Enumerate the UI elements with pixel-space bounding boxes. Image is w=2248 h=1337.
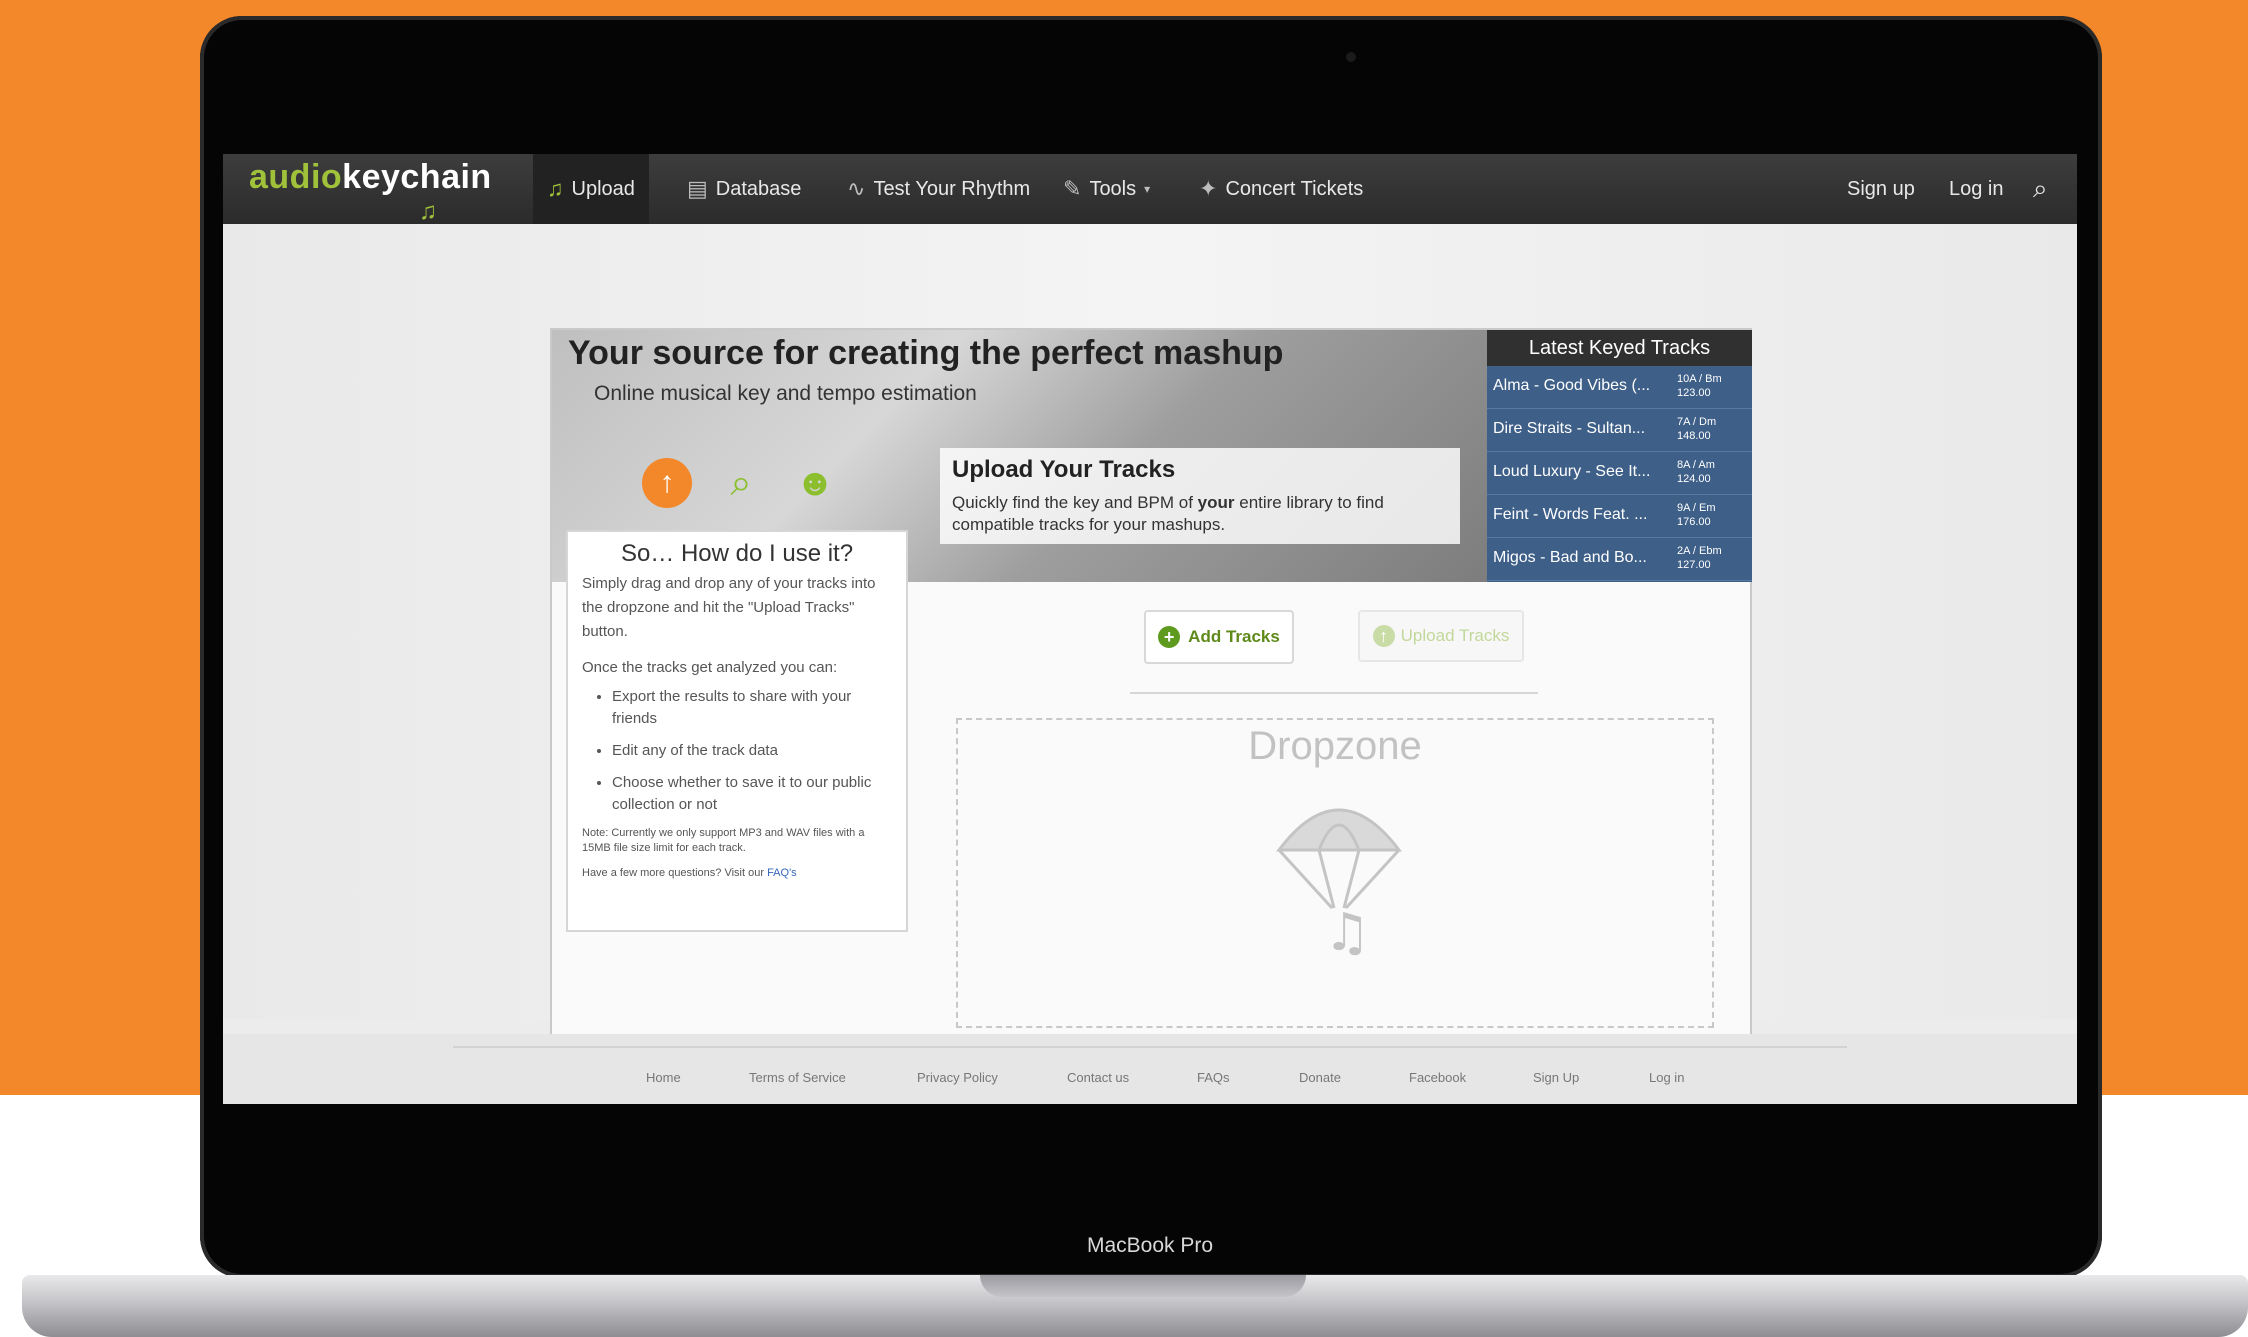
upload-circle-icon: ↑	[1372, 625, 1395, 647]
svg-text:♫: ♫	[1324, 903, 1371, 960]
howto-note: Note: Currently we only support MP3 and …	[582, 827, 865, 854]
footer-signup[interactable]: Sign Up	[1533, 1070, 1579, 1085]
hero-title: Your source for creating the perfect mas…	[568, 334, 1284, 372]
content-area: Your source for creating the perfect mas…	[223, 224, 2077, 1064]
nav-tools-label: Tools	[1089, 177, 1137, 200]
device-label: MacBook Pro	[1086, 1234, 1214, 1257]
list-item: Edit any of the track data	[612, 740, 892, 762]
footer-privacy[interactable]: Privacy Policy	[917, 1070, 998, 1085]
faq-link[interactable]: FAQ's	[767, 867, 797, 879]
wrench-icon: ✎	[1063, 176, 1082, 201]
track-name: Loud Luxury - See It...	[1493, 463, 1651, 480]
howto-panel: So… How do I use it? Simply drag and dro…	[566, 530, 908, 932]
upload-info-title: Upload Your Tracks	[952, 456, 1176, 483]
upload-tracks-button[interactable]: ↑ Upload Tracks	[1358, 610, 1524, 662]
latest-keyed-tracks: Latest Keyed Tracks Alma - Good Vibes (.…	[1487, 330, 1752, 582]
search-icon[interactable]: ⌕	[2019, 154, 2062, 224]
footer-faqs[interactable]: FAQs	[1197, 1070, 1230, 1085]
upload-arrow-icon: ↑	[642, 458, 692, 508]
ticket-icon: ✦	[1199, 176, 1218, 201]
howto-analyzed: Once the tracks get analyzed you can:	[582, 659, 838, 676]
browser-screen: audiokeychain ♫ ♫ Upload ▤ Database ∿ Te…	[223, 154, 2077, 1104]
nav-upload[interactable]: ♫ Upload	[533, 154, 649, 224]
latest-title: Latest Keyed Tracks	[1487, 330, 1752, 366]
track-key: 9A / Em 176.00	[1677, 502, 1716, 528]
plus-icon: +	[1158, 626, 1181, 648]
list-item: Choose whether to save it to our public …	[612, 772, 892, 816]
faq-line: Have a few more questions? Visit our FAQ…	[582, 867, 797, 879]
nav-tools[interactable]: ✎ Tools ▾	[1049, 154, 1164, 224]
navbar: audiokeychain ♫ ♫ Upload ▤ Database ∿ Te…	[223, 154, 2077, 225]
nav-database[interactable]: ▤ Database	[673, 154, 815, 224]
track-key: 7A / Dm 148.00	[1677, 416, 1717, 442]
laptop-notch	[980, 1275, 1306, 1297]
nav-concert-tickets-label: Concert Tickets	[1225, 177, 1364, 200]
track-key: 8A / Am 124.00	[1677, 459, 1715, 485]
magnifier-icon: ⌕	[730, 461, 752, 504]
upload-info-box: Upload Your Tracks Quickly find the key …	[940, 448, 1460, 544]
dropzone[interactable]: Dropzone ♫	[956, 718, 1714, 1028]
upload-info-text: Quickly find the key and BPM of your ent…	[952, 493, 1384, 534]
database-icon: ▤	[687, 176, 708, 201]
signup-link[interactable]: Sign up	[1833, 154, 1929, 224]
upload-tracks-label: Upload Tracks	[1400, 626, 1510, 645]
nav-test-rhythm-label: Test Your Rhythm	[873, 177, 1031, 200]
nav-test-rhythm[interactable]: ∿ Test Your Rhythm	[833, 154, 1044, 224]
howto-list: Export the results to share with your fr…	[612, 686, 892, 816]
footer-divider	[453, 1046, 1847, 1048]
track-name: Migos - Bad and Bo...	[1493, 549, 1647, 566]
camera-icon	[1346, 52, 1356, 62]
nav-upload-label: Upload	[571, 177, 635, 200]
footer-facebook[interactable]: Facebook	[1409, 1070, 1466, 1085]
logo[interactable]: audiokeychain ♫	[249, 158, 509, 225]
latest-track-row[interactable]: Alma - Good Vibes (... 10A / Bm 123.00	[1487, 366, 1752, 409]
latest-track-row[interactable]: Dire Straits - Sultan... 7A / Dm 148.00	[1487, 409, 1752, 452]
login-link[interactable]: Log in	[1935, 154, 2018, 224]
howto-title: So… How do I use it?	[620, 540, 854, 567]
footer-contact[interactable]: Contact us	[1067, 1070, 1129, 1085]
howto-intro: Simply drag and drop any of your tracks …	[582, 575, 876, 640]
parachute-music-icon: ♫	[1275, 808, 1403, 960]
footer-login[interactable]: Log in	[1649, 1070, 1684, 1085]
footer-home[interactable]: Home	[646, 1070, 681, 1085]
latest-track-row[interactable]: Loud Luxury - See It... 8A / Am 124.00	[1487, 452, 1752, 495]
track-key: 10A / Bm 123.00	[1677, 373, 1722, 399]
track-key: 2A / Ebm 127.00	[1677, 545, 1722, 571]
waveform-icon: ∿	[847, 176, 866, 201]
logo-keychain: keychain	[342, 158, 492, 196]
track-name: Alma - Good Vibes (...	[1493, 377, 1651, 394]
music-note-icon: ♫	[547, 176, 564, 201]
users-icon: ☻	[795, 461, 835, 504]
add-tracks-label: Add Tracks	[1188, 627, 1280, 646]
add-tracks-button[interactable]: + Add Tracks	[1144, 610, 1294, 664]
list-item: Export the results to share with your fr…	[612, 686, 892, 730]
nav-concert-tickets[interactable]: ✦ Concert Tickets	[1185, 154, 1377, 224]
footer-donate[interactable]: Donate	[1299, 1070, 1341, 1085]
hero-icons: ↑ ⌕ ☻	[642, 458, 840, 508]
track-name: Dire Straits - Sultan...	[1493, 420, 1646, 437]
hero-subtitle: Online musical key and tempo estimation	[594, 382, 977, 405]
dropzone-label: Dropzone	[1248, 724, 1422, 768]
track-name: Feint - Words Feat. ...	[1493, 506, 1648, 523]
nav-database-label: Database	[715, 177, 802, 200]
divider	[1130, 692, 1538, 694]
latest-track-row[interactable]: Feint - Words Feat. ... 9A / Em 176.00	[1487, 495, 1752, 538]
latest-track-row[interactable]: Migos - Bad and Bo... 2A / Ebm 127.00	[1487, 538, 1752, 581]
footer: Home Terms of Service Privacy Policy Con…	[223, 1034, 2077, 1104]
main-panel: Your source for creating the perfect mas…	[550, 328, 1752, 1064]
footer-terms[interactable]: Terms of Service	[749, 1070, 846, 1085]
logo-audio: audio	[249, 158, 343, 196]
music-key-icon: ♫	[419, 198, 437, 225]
chevron-down-icon: ▾	[1144, 182, 1151, 196]
